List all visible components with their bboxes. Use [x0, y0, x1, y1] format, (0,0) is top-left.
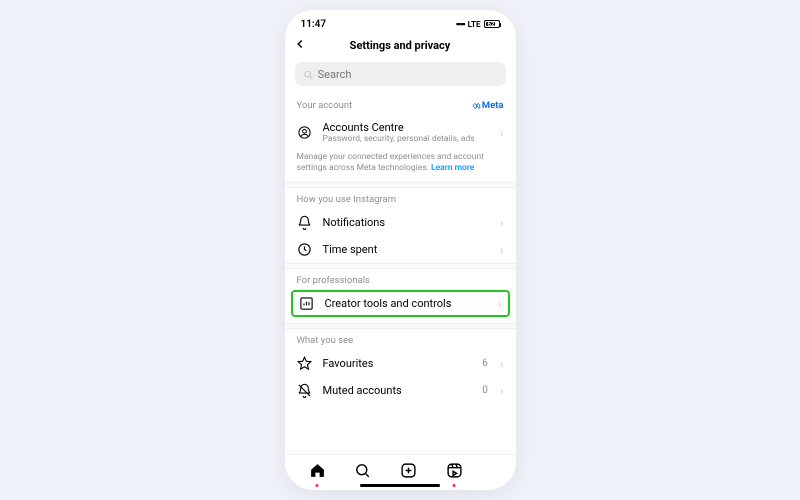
row-notifications[interactable]: Notifications › — [285, 209, 516, 236]
notification-dot — [453, 484, 456, 487]
chevron-right-icon: › — [498, 297, 502, 311]
learn-more-link[interactable]: Learn more — [431, 163, 474, 173]
status-right: ▪▪▪▪ LTE 62 — [456, 19, 500, 30]
row-count: 0 — [482, 385, 488, 396]
chevron-right-icon: › — [500, 216, 504, 230]
chevron-right-icon: › — [500, 357, 504, 371]
tab-create[interactable] — [400, 462, 417, 483]
row-favourites[interactable]: Favourites 6 › — [285, 350, 516, 377]
row-title: Accounts Centre — [323, 121, 490, 134]
section-what-you-see: What you see — [285, 329, 516, 350]
profile-icon — [297, 125, 313, 140]
notification-dot — [316, 484, 319, 487]
chart-icon — [299, 296, 315, 311]
back-button[interactable] — [293, 37, 307, 54]
tab-search[interactable] — [354, 462, 371, 483]
section-note: Manage your connected experiences and ac… — [285, 150, 516, 182]
header: Settings and privacy — [285, 32, 516, 58]
battery-icon: 62 — [484, 20, 500, 28]
row-time-spent[interactable]: Time spent › — [285, 236, 516, 263]
section-how-you-use: How you use Instagram — [285, 188, 516, 209]
tab-home[interactable] — [309, 462, 326, 483]
row-title: Creator tools and controls — [325, 297, 488, 310]
section-label: How you use Instagram — [297, 194, 397, 205]
home-indicator — [360, 484, 440, 487]
network-label: LTE — [468, 20, 481, 29]
chevron-right-icon: › — [500, 384, 504, 398]
settings-scroll[interactable]: Your account Meta Accounts Centre Passwo… — [285, 94, 516, 454]
bell-icon — [297, 215, 313, 230]
section-label: Your account — [297, 100, 353, 111]
page-title: Settings and privacy — [350, 39, 451, 52]
meta-icon — [472, 101, 481, 110]
clock-icon — [297, 242, 313, 257]
search-input[interactable] — [318, 68, 498, 81]
row-accounts-centre[interactable]: Accounts Centre Password, security, pers… — [285, 115, 516, 150]
section-label: For professionals — [297, 275, 370, 286]
search-field[interactable] — [295, 62, 506, 86]
chevron-right-icon: › — [500, 126, 504, 140]
section-your-account: Your account Meta — [285, 94, 516, 115]
row-title: Favourites — [323, 357, 473, 370]
phone-frame: 11:47 ▪▪▪▪ LTE 62 Settings and privacy Y… — [285, 10, 516, 490]
tab-reels[interactable] — [446, 462, 463, 483]
meta-brand: Meta — [472, 100, 504, 111]
bell-off-icon — [297, 383, 313, 398]
status-bar: 11:47 ▪▪▪▪ LTE 62 — [285, 10, 516, 32]
search-icon — [303, 69, 313, 80]
row-creator-tools[interactable]: Creator tools and controls › — [291, 290, 510, 317]
section-professionals: For professionals — [285, 269, 516, 290]
star-icon — [297, 356, 313, 371]
row-title: Notifications — [323, 216, 490, 229]
row-title: Time spent — [323, 243, 490, 256]
section-label: What you see — [297, 335, 354, 346]
signal-icon: ▪▪▪▪ — [456, 19, 465, 30]
status-time: 11:47 — [301, 19, 327, 30]
search-container — [285, 58, 516, 94]
row-count: 6 — [482, 358, 488, 369]
row-muted-accounts[interactable]: Muted accounts 0 › — [285, 377, 516, 404]
row-title: Muted accounts — [323, 384, 473, 397]
row-subtitle: Password, security, personal details, ad… — [323, 134, 490, 144]
chevron-right-icon: › — [500, 243, 504, 257]
